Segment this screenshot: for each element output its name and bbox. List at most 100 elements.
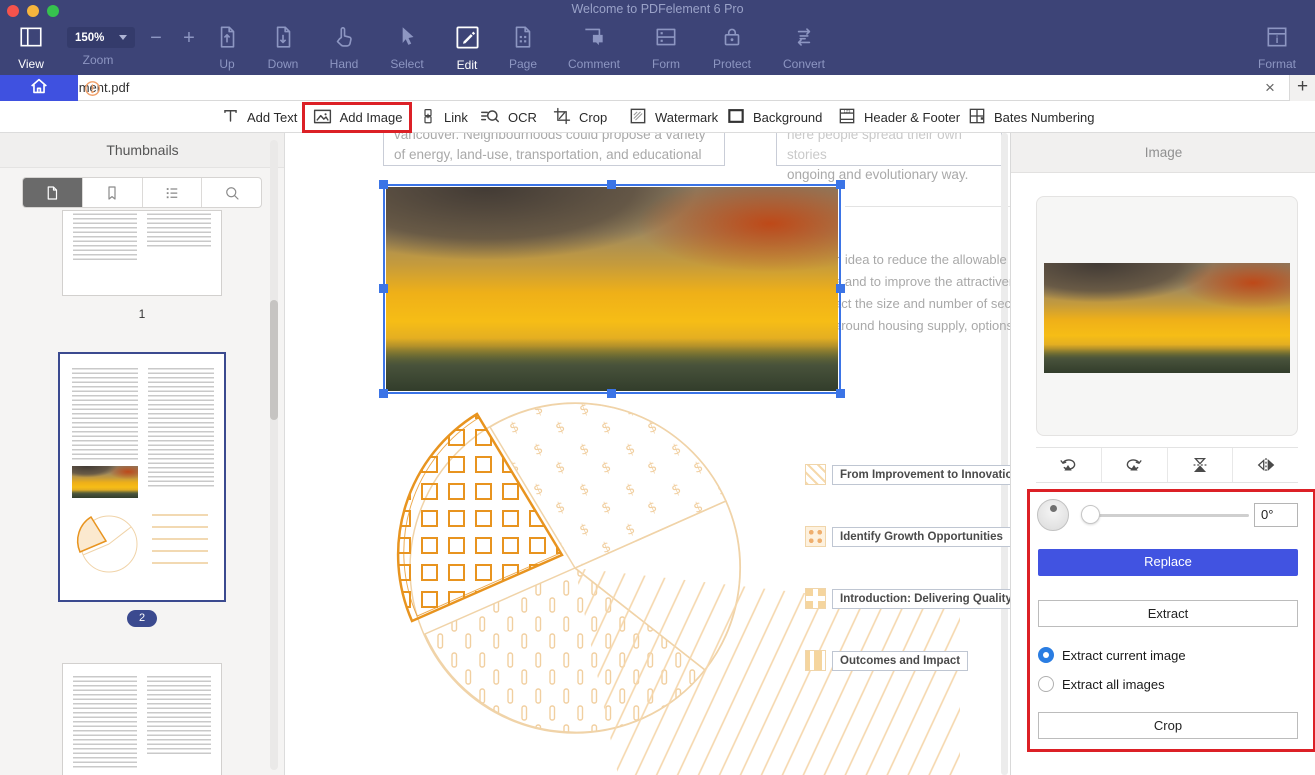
- watermark-icon: [628, 106, 648, 129]
- page-up-button[interactable]: Up: [195, 24, 259, 71]
- text-line: ongoing and evolutionary way.: [787, 165, 991, 185]
- thumbnails-view-button[interactable]: [23, 178, 82, 207]
- image-properties-panel: Image 0° Replace Extract: [1010, 133, 1315, 775]
- rotation-value-input[interactable]: 0°: [1254, 503, 1298, 527]
- selection-handle-s[interactable]: [607, 389, 616, 398]
- convert-icon: [791, 24, 817, 51]
- convert-label: Convert: [772, 57, 836, 71]
- form-label: Form: [634, 57, 698, 71]
- selection-handle-nw[interactable]: [379, 180, 388, 189]
- rotation-slider-handle[interactable]: [1081, 505, 1100, 524]
- page-1-thumbnail[interactable]: [62, 210, 222, 296]
- dots-pattern-swatch: [805, 526, 826, 547]
- convert-mode-button[interactable]: Convert: [772, 24, 836, 71]
- header-footer-icon: 123: [837, 106, 857, 129]
- background-button[interactable]: Background: [726, 101, 822, 133]
- home-tab-button[interactable]: [0, 75, 78, 101]
- comment-icon: [581, 24, 607, 51]
- selected-image[interactable]: [386, 187, 838, 391]
- diagonal-pattern-swatch: [805, 464, 826, 485]
- watermark-label: Watermark: [655, 110, 718, 125]
- page-mode-button[interactable]: Page: [491, 24, 555, 71]
- edit-mode-button[interactable]: Edit: [435, 24, 499, 72]
- crop-panel-button[interactable]: Crop: [1038, 712, 1298, 739]
- maximize-window-button[interactable]: [47, 5, 59, 17]
- outline-view-button[interactable]: [142, 178, 202, 207]
- bates-numbering-label: Bates Numbering: [994, 110, 1094, 125]
- image-preview-box: [1036, 196, 1298, 436]
- minimize-window-button[interactable]: [27, 5, 39, 17]
- home-icon: [28, 75, 50, 102]
- pie-chart-graphic[interactable]: $ $: [390, 398, 960, 775]
- rotation-slider-track[interactable]: [1091, 514, 1249, 517]
- legend-item[interactable]: From Improvement to Innovation: [805, 464, 1010, 485]
- extract-all-option[interactable]: Extract all images: [1038, 676, 1165, 692]
- zoom-group: Zoom: [66, 24, 130, 67]
- extract-button[interactable]: Extract: [1038, 600, 1298, 627]
- rotate-right-button[interactable]: [1101, 448, 1167, 482]
- search-view-button[interactable]: [201, 178, 261, 207]
- side-column-text: n idea to reduce the allowable si e and …: [834, 249, 1010, 337]
- document-tab[interactable]: Sample Document.pdf: [0, 75, 755, 101]
- thumbnail-text-lines: [73, 210, 137, 263]
- radio-unselected-icon[interactable]: [1038, 676, 1054, 692]
- protect-label: Protect: [700, 57, 764, 71]
- document-canvas[interactable]: vancouver. Neighbourhoods could propose …: [285, 133, 1010, 775]
- document-scrollbar[interactable]: [1001, 133, 1008, 775]
- hand-tool-button[interactable]: Hand: [312, 24, 376, 71]
- text-line: here people spread their own stories: [787, 133, 991, 165]
- selection-handle-se[interactable]: [836, 389, 845, 398]
- legend-label: Identify Growth Opportunities: [832, 527, 1010, 547]
- bates-numbering-button[interactable]: Bates Numbering: [967, 101, 1094, 133]
- sidebar-title: Thumbnails: [0, 133, 285, 168]
- thumbnail-text-lines: [148, 368, 214, 488]
- crop-button[interactable]: Crop: [552, 101, 607, 133]
- format-panel-button[interactable]: i Format: [1245, 24, 1309, 71]
- header-footer-button[interactable]: 123 Header & Footer: [837, 101, 960, 133]
- selection-handle-e[interactable]: [836, 284, 845, 293]
- view-button[interactable]: View: [0, 24, 63, 71]
- selection-handle-sw[interactable]: [379, 389, 388, 398]
- text-line: act the size and number of seco: [834, 293, 1010, 315]
- add-image-button[interactable]: Add Image: [302, 102, 412, 133]
- page-2-thumbnail-selected[interactable]: [58, 352, 226, 602]
- link-icon: [419, 107, 437, 128]
- selection-handle-n[interactable]: [607, 180, 616, 189]
- zoom-label: Zoom: [66, 53, 130, 67]
- rotation-knob[interactable]: [1037, 499, 1069, 531]
- legend-item[interactable]: Identify Growth Opportunities: [805, 526, 1010, 547]
- form-mode-button[interactable]: Form: [634, 24, 698, 71]
- select-tool-button[interactable]: Select: [375, 24, 439, 71]
- close-window-button[interactable]: [7, 5, 19, 17]
- link-button[interactable]: Link: [419, 101, 468, 133]
- legend-item[interactable]: Introduction: Delivering Quality: [805, 588, 1010, 609]
- panel-title: Image: [1011, 133, 1315, 173]
- close-tab-icon[interactable]: ×: [1257, 75, 1283, 101]
- new-tab-button[interactable]: +: [1289, 75, 1315, 101]
- ocr-button[interactable]: OCR: [479, 101, 537, 133]
- text-block-left[interactable]: vancouver. Neighbourhoods could propose …: [383, 133, 725, 166]
- sidebar-scrollbar-track[interactable]: [270, 140, 278, 770]
- sidebar-scrollbar-thumb[interactable]: [270, 300, 278, 420]
- flip-horizontal-button[interactable]: [1232, 448, 1298, 482]
- selection-handle-ne[interactable]: [836, 180, 845, 189]
- comment-mode-button[interactable]: Comment: [562, 24, 626, 71]
- legend-item[interactable]: Outcomes and Impact: [805, 650, 968, 671]
- cross-pattern-swatch: [805, 588, 826, 609]
- radio-selected-icon[interactable]: [1038, 647, 1054, 663]
- replace-button[interactable]: Replace: [1038, 549, 1298, 576]
- warning-icon[interactable]: [84, 80, 101, 102]
- page-3-thumbnail[interactable]: [62, 663, 222, 775]
- extract-current-option[interactable]: Extract current image: [1038, 647, 1186, 663]
- flip-vertical-button[interactable]: [1167, 448, 1233, 482]
- add-text-button[interactable]: Add Text: [221, 101, 297, 133]
- selection-handle-w[interactable]: [379, 284, 388, 293]
- bookmarks-view-button[interactable]: [82, 178, 142, 207]
- protect-mode-button[interactable]: Protect: [700, 24, 764, 71]
- rotate-left-button[interactable]: [1036, 448, 1101, 482]
- page-down-button[interactable]: Down: [251, 24, 315, 71]
- watermark-button[interactable]: Watermark: [628, 101, 718, 133]
- text-block-right[interactable]: here people spread their own stories ong…: [776, 133, 1002, 166]
- ocr-label: OCR: [508, 110, 537, 125]
- zoom-out-button[interactable]: −: [145, 26, 167, 50]
